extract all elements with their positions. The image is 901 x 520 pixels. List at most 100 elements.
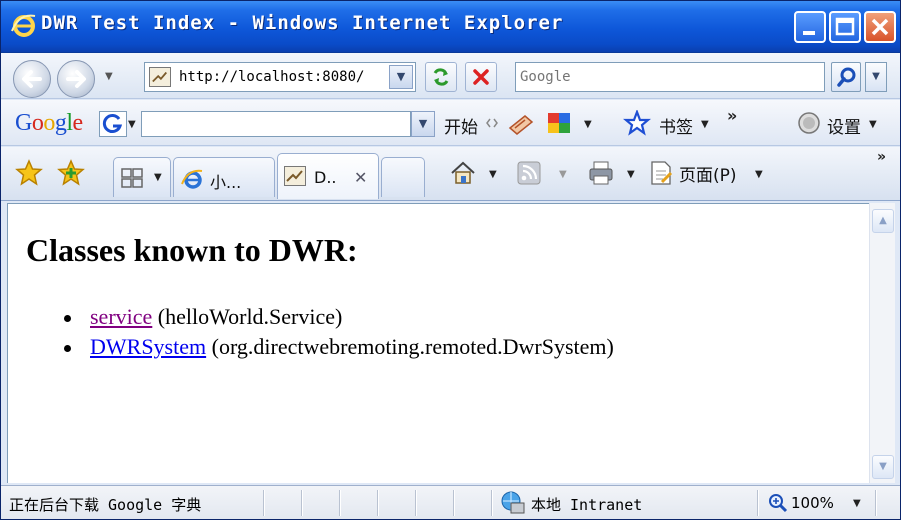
scroll-up-icon[interactable]: ▲ [872,209,894,233]
page-menu-icon [651,161,673,185]
close-icon [871,18,889,36]
forward-button[interactable] [57,60,95,98]
google-search-dropdown-icon[interactable]: ▼ [411,111,435,137]
stop-button[interactable] [465,62,497,92]
page-favicon-icon [149,67,171,87]
tab-list-dropdown-icon[interactable]: ▼ [154,172,162,183]
google-more-chevron[interactable]: » [727,106,737,125]
service-link[interactable]: service [90,304,152,329]
print-dropdown-icon[interactable]: ▼ [627,169,635,180]
search-box[interactable] [515,62,825,92]
page-content: Classes known to DWR: service (helloWorl… [7,203,869,483]
zoom-dropdown-icon[interactable]: ▼ [853,498,861,509]
dwrsystem-link[interactable]: DWRSystem [90,334,206,359]
ie-tab-icon [181,169,203,189]
google-apps-icon[interactable] [546,110,574,136]
settings-menu[interactable]: 设置 [827,113,861,138]
navigation-bar: ▼ http://localhost:8080/ ▼ ▼ [1,53,900,99]
tab-dwr-active[interactable]: D.. ✕ [277,153,379,199]
maximize-icon [835,17,855,36]
forward-arrow-icon [66,70,86,88]
bullet [64,315,71,322]
google-menu-dropdown-icon[interactable]: ▼ [128,119,136,130]
status-divider [415,490,417,516]
ie-logo-icon [11,14,36,37]
tab-label: D.. [314,168,337,187]
search-button[interactable] [831,62,861,92]
home-icon[interactable] [449,159,477,187]
intranet-zone-icon [501,491,525,514]
status-divider [453,490,455,516]
security-zone[interactable]: 本地 Intranet [531,494,642,515]
recent-pages-dropdown[interactable]: ▼ [105,71,121,87]
search-options-dropdown[interactable]: ▼ [865,62,887,92]
status-divider [875,490,877,516]
quick-tabs-grid-icon [121,168,143,188]
add-favorites-icon[interactable] [57,159,85,187]
class-detail: (org.directwebremoting.remoted.DwrSystem… [211,334,614,359]
favorites-star-icon[interactable] [15,159,43,187]
google-g-icon[interactable] [99,111,127,137]
page-menu-dropdown-icon[interactable]: ▼ [755,169,763,180]
back-arrow-icon [22,70,42,88]
tab-command-bar: ▼ 小... D.. ✕ ▼ ▼ ▼ 页面(P) ▼ » [1,147,900,201]
minimize-button[interactable] [794,11,826,43]
toolbar-grip-icon [486,118,498,128]
feeds-icon[interactable] [517,161,541,185]
status-divider [263,490,265,516]
google-search-input[interactable] [141,111,411,137]
zoom-magnifier-icon [769,494,788,513]
tab-label: 小... [210,173,242,192]
window-title: DWR Test Index - Windows Internet Explor… [41,12,564,34]
status-divider [491,490,493,516]
address-dropdown-icon[interactable]: ▼ [389,65,413,89]
google-apps-dropdown-icon[interactable]: ▼ [584,119,592,130]
search-input[interactable] [520,64,820,90]
bookmarks-menu[interactable]: 书签 [659,113,693,138]
address-url[interactable]: http://localhost:8080/ [179,69,391,85]
tab-ie-page[interactable]: 小... [173,157,275,197]
close-button[interactable] [864,11,896,43]
print-icon[interactable] [587,159,615,187]
status-divider [339,490,341,516]
list-item: service (helloWorld.Service) [64,302,614,332]
bookmarks-dropdown-icon[interactable]: ▼ [701,119,709,130]
stop-icon [473,69,489,85]
class-list: service (helloWorld.Service) DWRSystem (… [64,302,614,362]
vertical-scrollbar[interactable]: ▲ ▼ [869,203,895,483]
bullet [64,345,71,352]
status-bar: 正在后台下载 Google 字典 本地 Intranet 100% ▼ [1,485,900,519]
status-text: 正在后台下载 Google 字典 [9,496,202,514]
google-toolbar: Google ▼ ▼ 开始 ▼ 书签 ▼ » 设置 ▼ [1,100,900,146]
quick-tabs-button[interactable]: ▼ [113,157,171,197]
feeds-dropdown-icon[interactable]: ▼ [559,169,567,180]
title-bar: DWR Test Index - Windows Internet Explor… [1,1,900,53]
search-icon [837,67,856,87]
google-start-button[interactable]: 开始 [444,113,478,138]
maximize-button[interactable] [829,11,861,43]
minimize-icon [803,31,815,35]
google-logo: Google [15,110,83,136]
new-tab-button[interactable] [381,157,425,197]
zoom-level[interactable]: 100% [791,494,834,512]
list-item: DWRSystem (org.directwebremoting.remoted… [64,332,614,362]
google-news-icon[interactable] [507,110,535,136]
status-divider [377,490,379,516]
address-bar[interactable]: http://localhost:8080/ ▼ [144,62,416,92]
close-tab-icon[interactable]: ✕ [354,168,367,187]
refresh-icon [433,68,449,86]
status-divider [301,490,303,516]
ie-window: DWR Test Index - Windows Internet Explor… [0,0,901,520]
class-detail: (helloWorld.Service) [157,304,343,329]
home-dropdown-icon[interactable]: ▼ [489,169,497,180]
bookmark-star-icon[interactable] [623,110,651,136]
page-menu[interactable]: 页面(P) [679,161,737,186]
dwr-tab-favicon-icon [284,166,306,186]
settings-dropdown-icon[interactable]: ▼ [869,119,877,130]
commandbar-more-chevron[interactable]: » [877,149,886,165]
back-button[interactable] [13,60,51,98]
settings-radio-icon[interactable] [796,110,824,136]
refresh-button[interactable] [425,62,457,92]
status-divider [757,490,759,516]
scroll-down-icon[interactable]: ▼ [872,455,894,479]
